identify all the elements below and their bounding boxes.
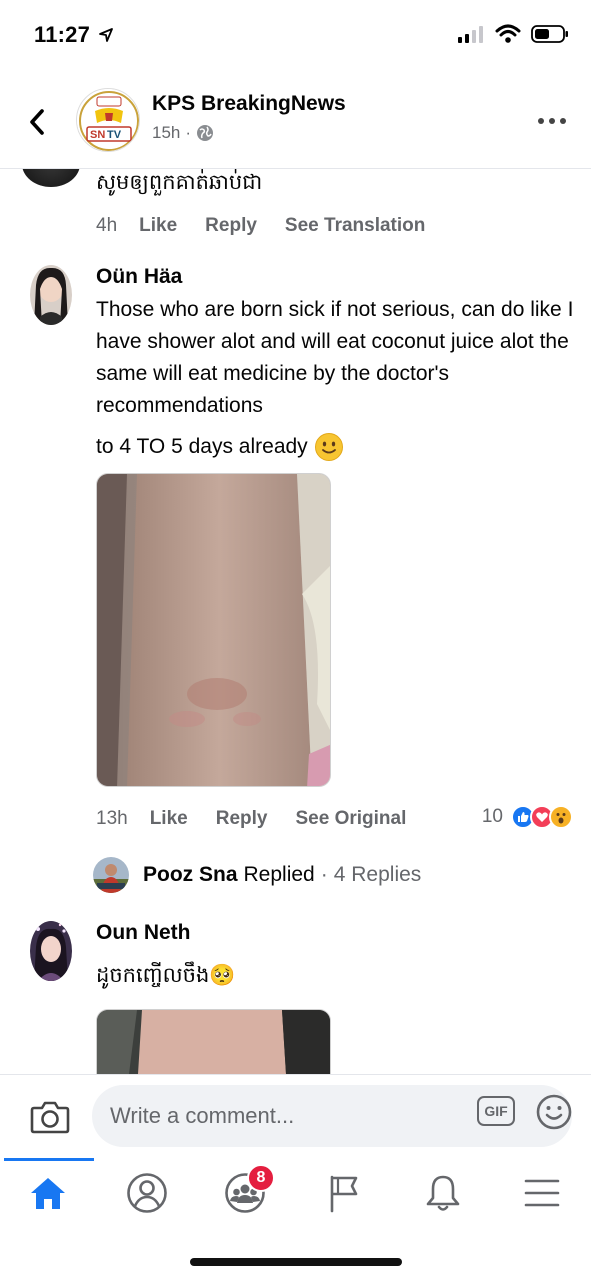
reaction-count: 10 (481, 806, 503, 827)
arm-photo-icon (97, 1010, 330, 1074)
camera-button[interactable] (30, 1099, 70, 1140)
location-arrow-icon (99, 28, 114, 42)
see-original-button[interactable]: See Original (295, 808, 406, 830)
post-meta: 15h · (152, 123, 214, 143)
page-name[interactable]: KPS BreakingNews (152, 92, 346, 116)
comment-input-placeholder: Write a comment... (110, 1103, 295, 1128)
comment-text: ដូចកញ្ចើលចឹង🥺 (96, 964, 236, 987)
emoji-icon (536, 1094, 572, 1130)
arm-skin-photo-icon (97, 474, 330, 786)
replied-label: Replied (243, 863, 315, 886)
reaction-icons (507, 805, 573, 829)
comment-text-continued: to 4 TO 5 days already (96, 432, 344, 462)
comment-time: 4h (96, 215, 118, 236)
comments-list[interactable]: សូមឲ្យពួកគាត់ឆាប់ជា 4h Like Reply See Tr… (0, 168, 591, 1074)
replier-photo-icon (93, 857, 129, 893)
profile-icon (127, 1173, 167, 1213)
tab-menu[interactable] (512, 1170, 572, 1216)
groups-notification-badge: 8 (247, 1164, 275, 1192)
reaction-summary[interactable]: 10 (482, 805, 573, 829)
bell-icon (426, 1175, 460, 1211)
tab-home[interactable] (18, 1170, 78, 1216)
commenter-avatar[interactable] (30, 921, 72, 981)
battery-icon (531, 25, 568, 43)
status-time: 11:27 (34, 22, 114, 48)
hamburger-menu-icon (524, 1179, 560, 1207)
active-tab-indicator (4, 1158, 94, 1161)
tab-profile[interactable] (117, 1170, 177, 1216)
wow-reaction-icon (549, 805, 573, 829)
meta-separator: · (185, 123, 192, 142)
comment-text: Those who are born sick if not serious, … (96, 298, 574, 417)
replies-count: 4 Replies (333, 863, 422, 886)
comment-photo[interactable] (96, 473, 331, 787)
commenter-avatar[interactable] (30, 265, 72, 325)
clock-text: 11:27 (34, 22, 91, 47)
comment-author[interactable]: Oun Neth (96, 921, 191, 945)
comment-author[interactable]: Oün Häa (96, 265, 182, 289)
tab-pages[interactable] (313, 1170, 373, 1216)
reply-button[interactable]: Reply (216, 808, 268, 830)
more-dots-icon (538, 118, 566, 124)
comment-time: 13h (96, 808, 128, 829)
chevron-left-icon (30, 109, 44, 135)
page-logo-icon: SN TV (77, 89, 139, 151)
tab-groups[interactable]: 8 (215, 1164, 275, 1216)
svg-text:TV: TV (107, 129, 122, 141)
flag-icon (330, 1175, 358, 1213)
camera-icon (30, 1101, 70, 1134)
gif-button[interactable]: GIF (477, 1096, 515, 1126)
see-translation-button[interactable]: See Translation (285, 215, 425, 237)
like-button[interactable]: Like (150, 808, 188, 830)
home-indicator[interactable] (190, 1258, 402, 1266)
previous-comment-avatar[interactable] (22, 169, 80, 187)
comment-text-line: to 4 TO 5 days already (96, 435, 308, 458)
like-button[interactable]: Like (139, 215, 177, 237)
svg-text:SN: SN (90, 129, 105, 141)
tab-notifications[interactable] (413, 1170, 473, 1216)
view-replies-row[interactable]: Pooz Sna Replied · 4 Replies (93, 857, 421, 893)
back-button[interactable] (20, 100, 54, 144)
replier-avatar (93, 857, 129, 893)
replies-separator: · (320, 863, 328, 886)
post-age: 15h (152, 123, 181, 142)
home-icon (31, 1178, 65, 1209)
more-options-button[interactable] (535, 106, 569, 136)
globe-icon (197, 125, 214, 141)
status-icons (457, 24, 569, 44)
replier-name: Pooz Sna (143, 863, 238, 886)
bottom-tab-bar: 8 (0, 1158, 591, 1228)
cellular-signal-icon (458, 26, 483, 43)
wifi-icon (495, 24, 521, 43)
comment-composer: Write a comment... GIF (0, 1074, 591, 1158)
previous-comment-text: សូមឲ្យពួកគាត់ឆាប់ជា (96, 171, 263, 194)
status-bar: 11:27 (0, 0, 591, 70)
avatar-photo-icon (30, 265, 72, 325)
comment-photo[interactable] (96, 1009, 331, 1074)
smiley-emoji-icon (314, 433, 343, 461)
emoji-button[interactable] (535, 1093, 573, 1136)
comment-actions: 13h Like Reply See Original (96, 808, 434, 830)
reply-button[interactable]: Reply (205, 215, 257, 237)
post-header: SN TV KPS BreakingNews 15h · (0, 78, 591, 168)
page-avatar[interactable]: SN TV (76, 88, 140, 152)
previous-comment-actions: 4h Like Reply See Translation (96, 215, 453, 237)
avatar-photo-icon (30, 921, 72, 981)
